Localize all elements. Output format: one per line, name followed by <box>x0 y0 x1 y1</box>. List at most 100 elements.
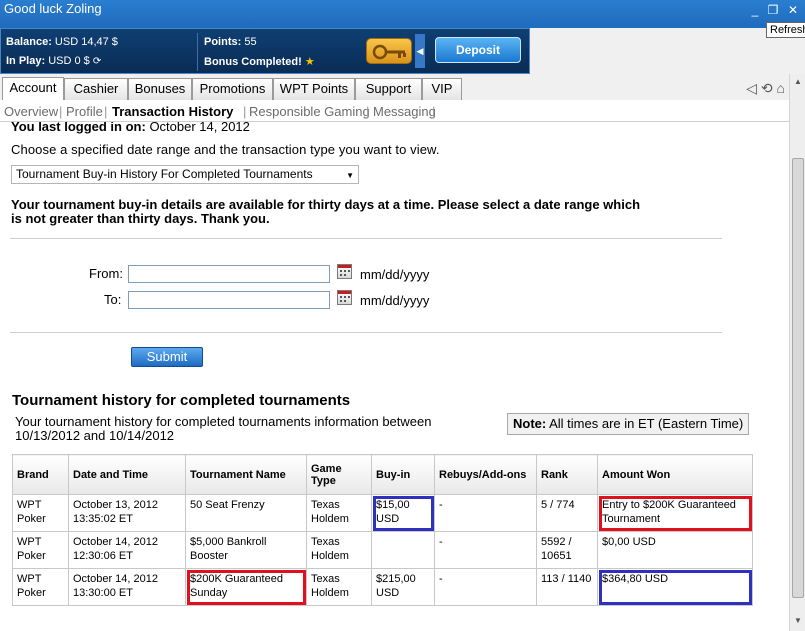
home-icon[interactable]: ⌂ <box>777 80 785 96</box>
inplay-value: USD 0 $ <box>48 55 90 67</box>
transaction-type-value: Tournament Buy-in History For Completed … <box>16 167 313 181</box>
from-label: From: <box>89 266 123 281</box>
tab-tools: ◁ ⟲ ⌂ <box>746 80 785 97</box>
tab-promotions[interactable]: Promotions <box>192 78 273 100</box>
account-header: Balance: USD 14,47 $ In Play: USD 0 $ ⟳ … <box>0 28 530 74</box>
back-icon[interactable]: ◁ <box>746 80 757 96</box>
cell-amount-won: $364,80 USD <box>597 568 753 606</box>
calendar-icon[interactable] <box>337 264 352 279</box>
calendar-icon[interactable] <box>337 290 352 305</box>
header-blank-area <box>530 28 805 74</box>
cell-game-type: Texas Holdem <box>306 494 372 532</box>
last-login-line: You last logged in on: October 14, 2012 <box>11 122 250 134</box>
reload-icon[interactable]: ⟲ <box>761 80 773 96</box>
points-value: 55 <box>244 36 257 48</box>
bonus-row: Bonus Completed! ★ <box>204 55 315 68</box>
col-date-time: Date and Time <box>68 454 186 495</box>
restore-icon[interactable]: ❐ <box>766 3 780 17</box>
points-label: Points: <box>204 36 242 48</box>
tab-wpt-points[interactable]: WPT Points <box>273 78 355 100</box>
bonus-text: Bonus Completed! <box>204 56 302 68</box>
cell-game-type: Texas Holdem <box>306 531 372 569</box>
table-row: WPT Poker October 13, 2012 13:35:02 ET 5… <box>12 494 753 532</box>
col-rank: Rank <box>536 454 598 495</box>
transaction-type-select[interactable]: Tournament Buy-in History For Completed … <box>11 165 359 184</box>
points-row: Points: 55 <box>204 36 257 48</box>
cell-buy-in: $215,00 USD <box>371 568 435 606</box>
col-tournament-name: Tournament Name <box>185 454 307 495</box>
subnav-profile[interactable]: Profile <box>66 104 103 119</box>
collapse-arrow-button[interactable]: ◀ <box>415 34 425 68</box>
cell-tournament-name: 50 Seat Frenzy <box>185 494 307 532</box>
to-date-input[interactable] <box>128 291 330 309</box>
cell-date-time: October 13, 2012 13:35:02 ET <box>68 494 186 532</box>
choose-instructions: Choose a specified date range and the tr… <box>11 142 440 157</box>
divider <box>10 238 722 239</box>
balance-value: USD 14,47 $ <box>54 36 118 48</box>
balance-label: Balance: <box>6 36 52 48</box>
table-row: WPT Poker October 14, 2012 13:30:00 ET $… <box>12 568 753 606</box>
tab-vip[interactable]: VIP <box>422 78 462 100</box>
history-table: Brand Date and Time Tournament Name Game… <box>12 454 753 606</box>
from-date-format: mm/dd/yyyy <box>360 267 430 282</box>
key-icon <box>372 44 406 60</box>
deposit-button[interactable]: Deposit <box>435 37 521 63</box>
scroll-thumb[interactable] <box>792 158 804 598</box>
subnav-divider: | <box>243 104 247 119</box>
vip-key-button[interactable] <box>366 38 412 64</box>
header-divider <box>197 33 198 71</box>
cell-amount-won: $0,00 USD <box>597 531 753 569</box>
history-description: Your tournament history for completed to… <box>15 414 432 429</box>
subnav-divider: | <box>59 104 63 119</box>
close-icon[interactable]: ✕ <box>786 3 800 17</box>
cell-buy-in: $15,00 USD <box>371 494 435 532</box>
star-icon: ★ <box>304 56 315 68</box>
to-date-format: mm/dd/yyyy <box>360 293 430 308</box>
subnav-messaging[interactable]: Messaging <box>373 104 436 119</box>
note-text: All times are in ET (Eastern Time) <box>549 416 744 431</box>
cell-buy-in <box>371 531 435 569</box>
tab-account[interactable]: Account <box>2 77 64 100</box>
refresh-balance-icon[interactable]: ⟳ <box>93 56 101 67</box>
subnav-divider: | <box>104 104 108 119</box>
minimize-icon[interactable]: _ <box>748 3 762 17</box>
cell-date-time: October 14, 2012 12:30:06 ET <box>68 531 186 569</box>
tab-strip: Account Cashier Bonuses Promotions WPT P… <box>0 74 805 100</box>
vertical-scrollbar[interactable]: ▲ ▼ <box>789 74 805 631</box>
cell-rank: 113 / 1140 <box>536 568 598 606</box>
divider <box>10 332 722 333</box>
col-rebuys: Rebuys/Add-ons <box>434 454 537 495</box>
title-bar: Good luck Zoling _ ❐ ✕ <box>0 0 805 28</box>
timezone-note: Note: All times are in ET (Eastern Time) <box>507 413 749 435</box>
scroll-up-icon[interactable]: ▲ <box>792 76 804 88</box>
submit-button[interactable]: Submit <box>131 347 203 367</box>
to-label: To: <box>104 292 122 307</box>
subnav-overview[interactable]: Overview <box>4 104 58 119</box>
col-brand: Brand <box>12 454 69 495</box>
tab-bonuses[interactable]: Bonuses <box>128 78 192 100</box>
tab-support[interactable]: Support <box>355 78 422 100</box>
table-row: WPT Poker October 14, 2012 12:30:06 ET $… <box>12 531 753 569</box>
balance-row: Balance: USD 14,47 $ <box>6 36 118 48</box>
cell-game-type: Texas Holdem <box>306 568 372 606</box>
inplay-label: In Play: <box>6 55 46 67</box>
subnav-divider: | <box>366 104 370 119</box>
last-login-label: You last logged in on: <box>11 122 146 134</box>
last-login-date: October 14, 2012 <box>149 122 250 134</box>
cell-tournament-name: $200K Guaranteed Sunday <box>185 568 307 606</box>
history-date-range: 10/13/2012 and 10/14/2012 <box>15 428 175 443</box>
cell-rebuys: - <box>434 531 537 569</box>
from-date-input[interactable] <box>128 265 330 283</box>
scroll-down-icon[interactable]: ▼ <box>792 615 804 627</box>
transaction-history-panel: You last logged in on: October 14, 2012 … <box>0 122 790 631</box>
cell-date-time: October 14, 2012 13:30:00 ET <box>68 568 186 606</box>
history-title: Tournament history for completed tournam… <box>12 392 351 409</box>
cell-rebuys: - <box>434 494 537 532</box>
subnav-divider: | <box>432 104 436 119</box>
subnav-responsible-gaming[interactable]: Responsible Gaming <box>249 104 370 119</box>
tab-cashier[interactable]: Cashier <box>64 78 128 100</box>
table-header-row: Brand Date and Time Tournament Name Game… <box>12 454 753 495</box>
cell-rank: 5592 / 10651 <box>536 531 598 569</box>
subnav-transaction-history[interactable]: Transaction History <box>112 104 233 119</box>
sub-navigation: Overview | Profile | Transaction History… <box>0 100 790 122</box>
